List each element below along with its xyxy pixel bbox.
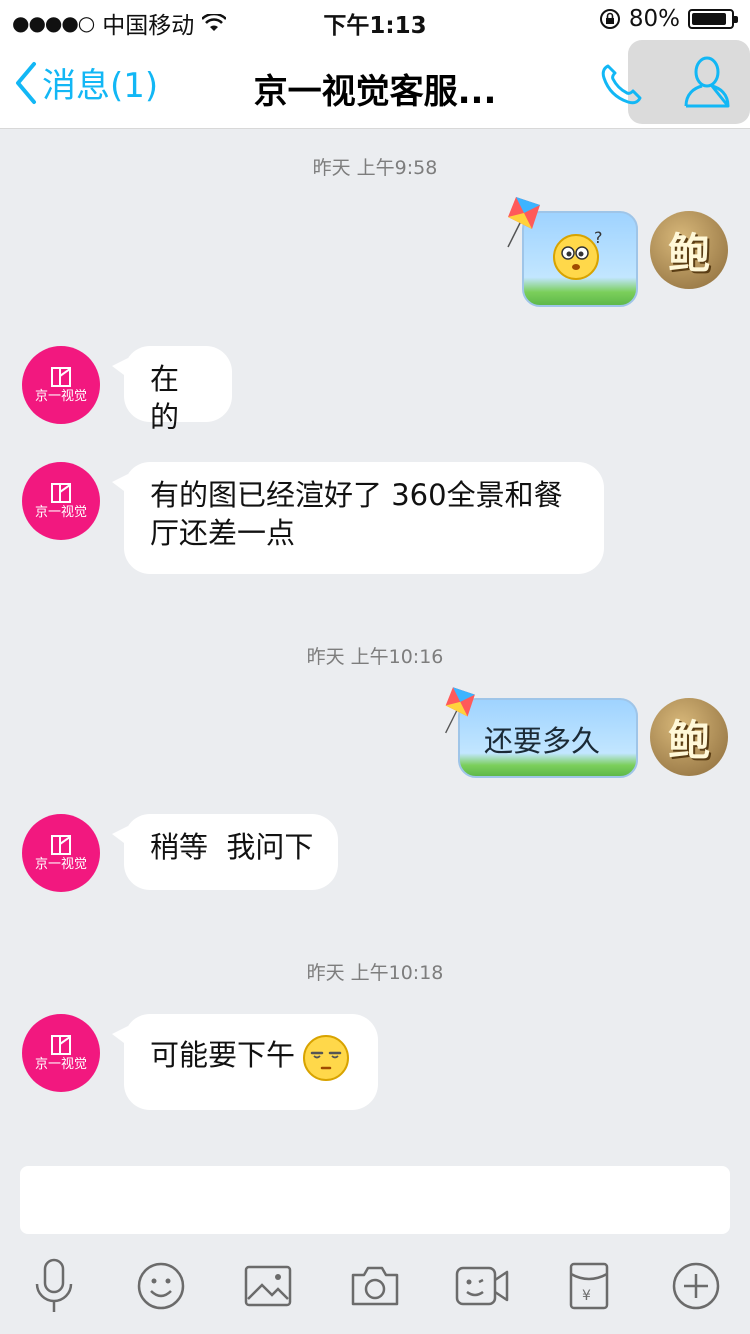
status-bar: ●●●●○ 中国移动 下午1:13 80% [0,0,750,40]
brand-name: 京一视觉 [34,856,87,872]
message-bubble[interactable]: 还要多久 [458,698,638,778]
self-avatar[interactable]: 鲍 [650,211,728,289]
message-input[interactable] [20,1166,730,1234]
message-text: 有的图已经渲好了 360全景和餐 [150,478,563,512]
message-bubble[interactable]: 在的 [112,346,232,434]
timestamp: 昨天 上午10:16 [306,646,444,668]
contact-profile-icon[interactable] [682,54,732,108]
emoji-icon[interactable] [131,1256,191,1316]
input-bar: ¥ [0,1150,750,1334]
chat-area[interactable]: 昨天 上午9:58 ? 鲍 京一视觉 在的 京一视觉 有的图已经渲好了 360全… [0,129,750,1150]
kite-icon [445,687,475,734]
svg-text:?: ? [594,228,603,247]
brand-logo-icon [51,1034,71,1055]
plus-icon[interactable] [666,1256,726,1316]
message-text: 厅还差一点 [150,516,296,550]
agent-avatar[interactable]: 京一视觉 [22,1014,100,1092]
camera-icon[interactable] [345,1256,405,1316]
battery-icon [688,9,738,29]
message-text: 稍等 我问下 [150,830,314,864]
mic-icon[interactable] [24,1256,84,1316]
svg-text:¥: ¥ [582,1288,591,1304]
brand-name: 京一视觉 [34,504,87,520]
brand-logo-icon [51,482,71,503]
message-bubble[interactable]: 稍等 我问下 [112,814,338,890]
message-text: 还要多久 [484,724,601,758]
rotation-lock-icon [599,9,620,29]
sleepy-face-icon [303,1035,349,1081]
message-bubble[interactable]: 可能要下午 [112,1014,378,1110]
self-avatar[interactable]: 鲍 [650,698,728,776]
phone-call-icon[interactable] [598,60,646,108]
message-text: 可能要下午 [150,1038,296,1072]
input-toolbar: ¥ [0,1256,750,1316]
battery-percent: 80% [628,6,680,32]
timestamp: 昨天 上午10:18 [306,962,444,984]
message-bubble[interactable]: 有的图已经渲好了 360全景和餐 厅还差一点 [112,462,604,574]
nav-bar: 消息(1) 京一视觉客服... [0,40,750,129]
message-text: 在的 [150,362,180,434]
agent-avatar[interactable]: 京一视觉 [22,346,100,424]
brand-logo-icon [51,366,71,387]
brand-name: 京一视觉 [34,1056,87,1072]
confused-face-icon: ? [553,228,603,280]
brand-logo-icon [51,834,71,855]
red-packet-icon[interactable]: ¥ [559,1256,619,1316]
agent-avatar[interactable]: 京一视觉 [22,462,100,540]
image-icon[interactable] [238,1256,298,1316]
agent-avatar[interactable]: 京一视觉 [22,814,100,892]
kite-icon [507,197,540,248]
video-icon[interactable] [452,1256,512,1316]
brand-name: 京一视觉 [34,388,87,404]
timestamp: 昨天 上午9:58 [312,157,438,179]
